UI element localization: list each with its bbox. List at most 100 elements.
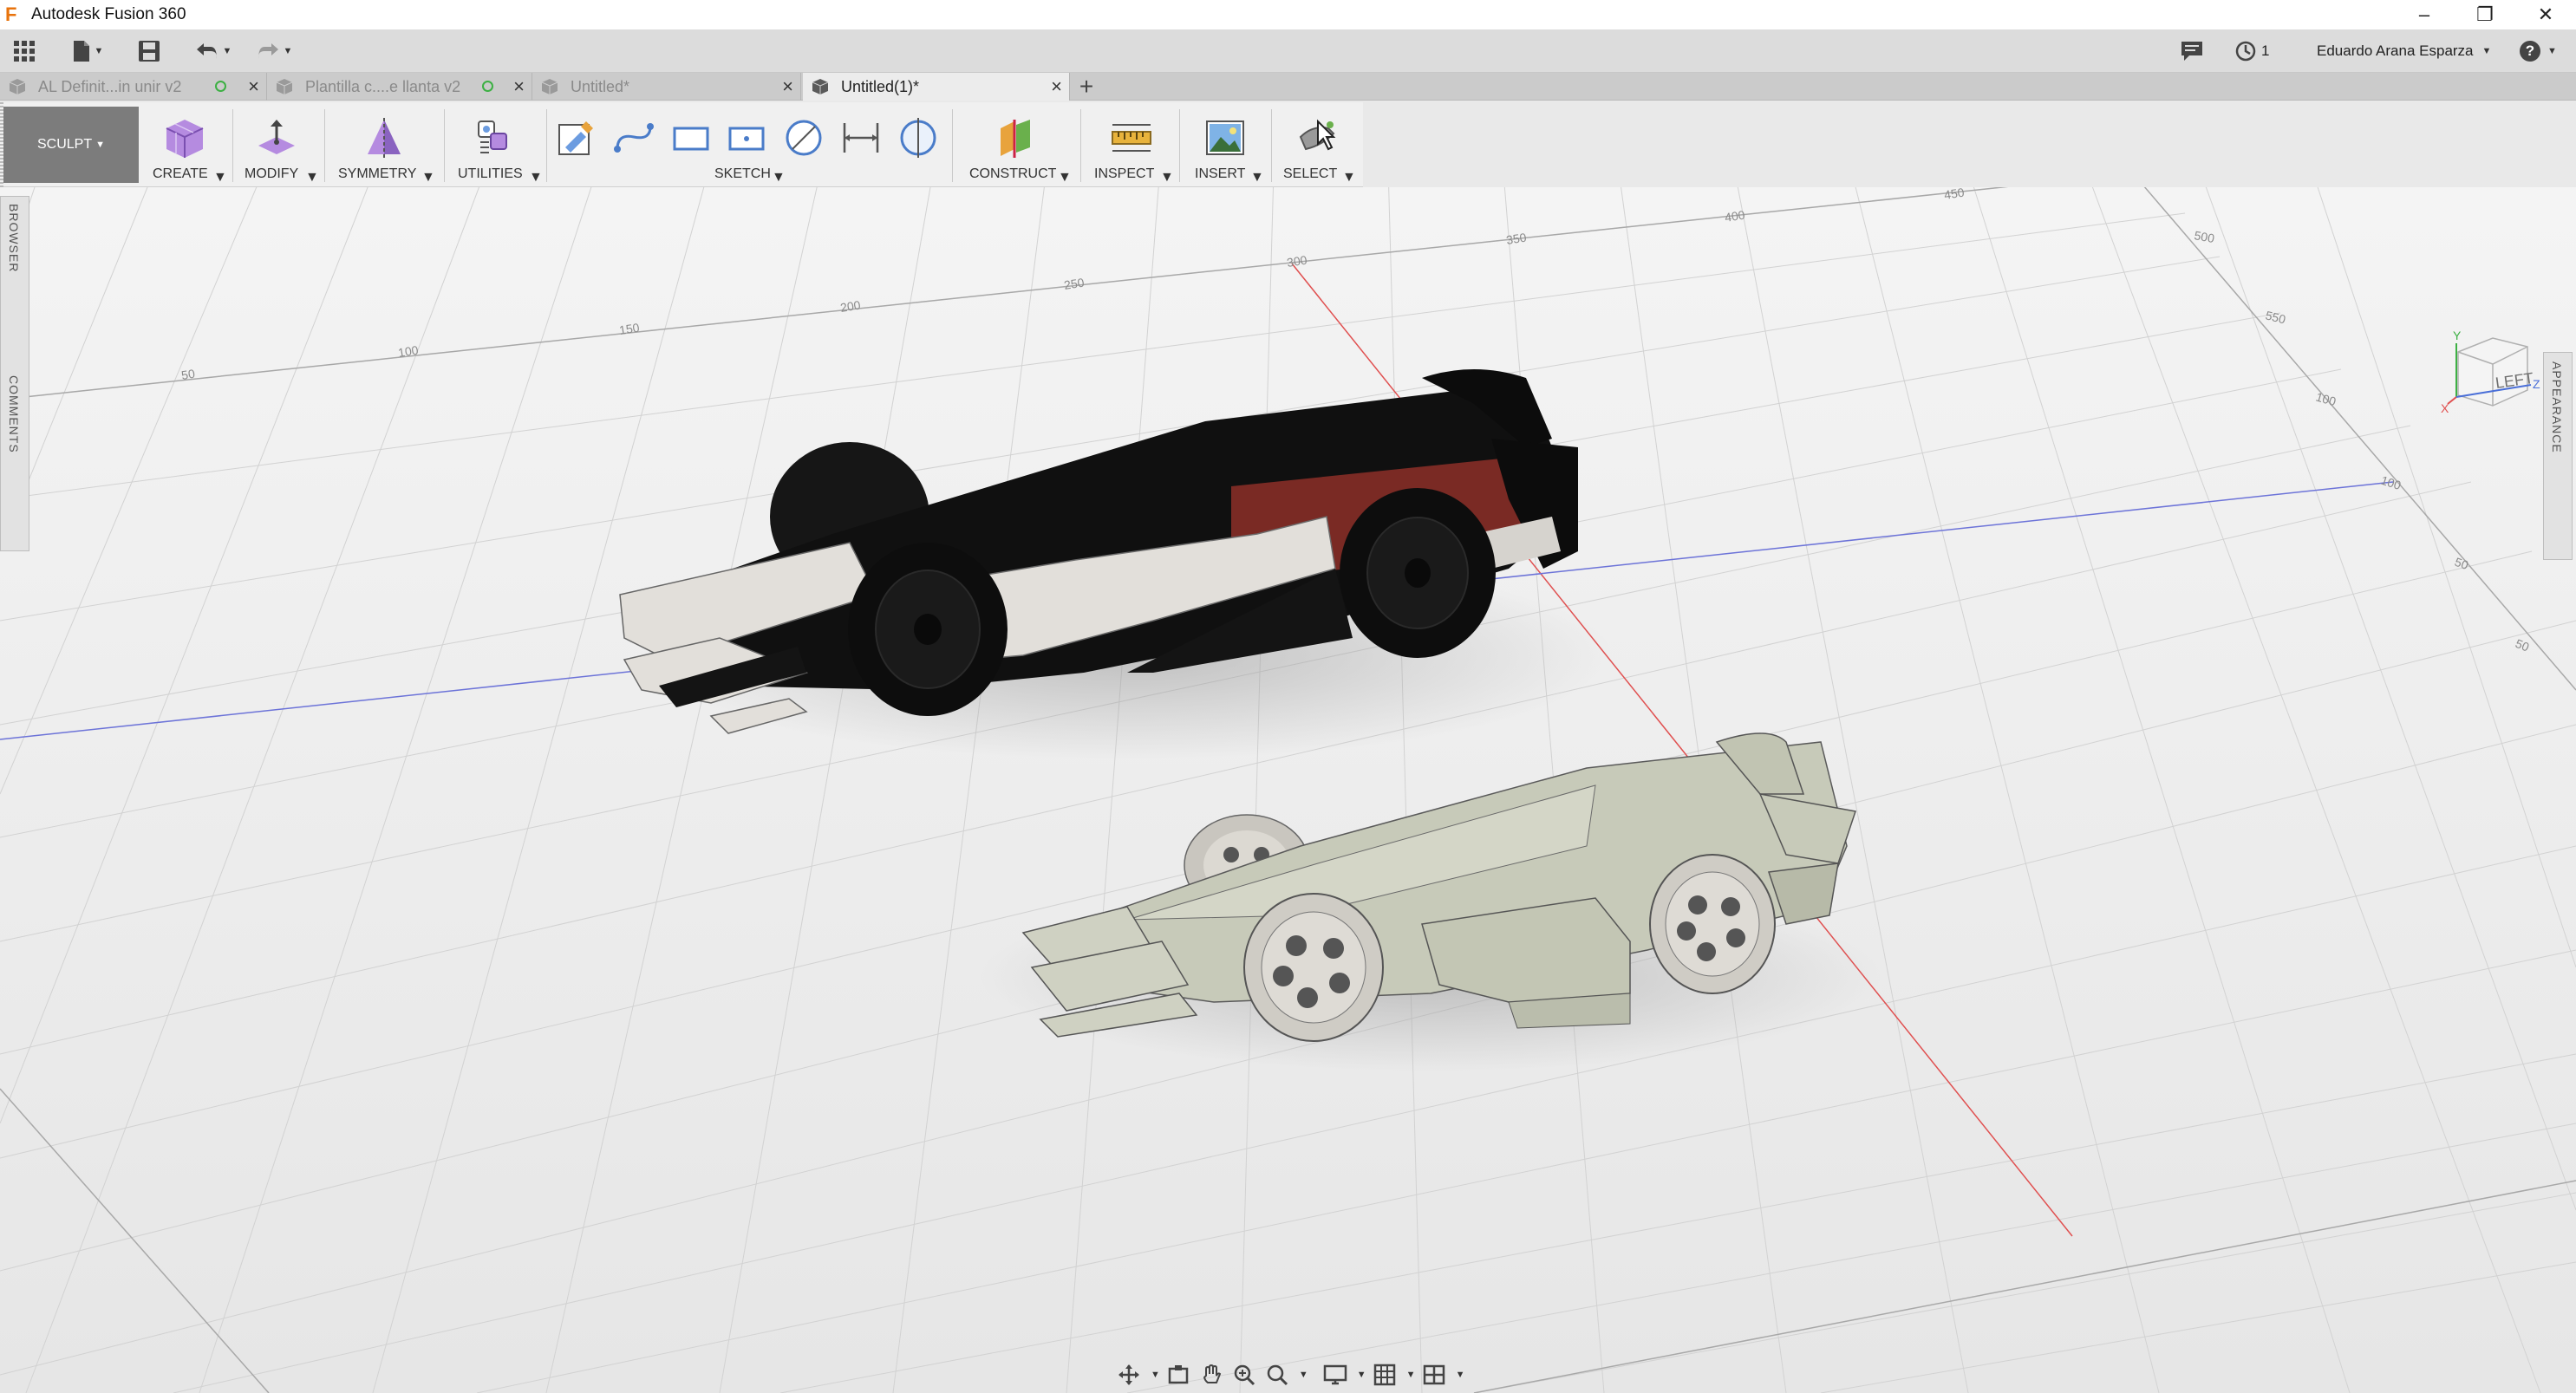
sage-car-model[interactable] <box>980 732 1881 1071</box>
symmetry-icon <box>361 114 408 161</box>
tab-document-1[interactable]: AL Definit...in unir v2 × <box>0 73 267 101</box>
select-menu[interactable]: SELECT ▼ <box>1275 102 1361 187</box>
chevron-down-icon[interactable]: ▼ <box>1299 1370 1308 1380</box>
toolbar-divider <box>1080 109 1081 182</box>
appearance-tab[interactable]: APPEARANCE <box>2550 361 2564 453</box>
utilities-menu[interactable]: UTILITIES ▼ <box>447 102 545 187</box>
minimize-button[interactable]: – <box>2394 0 2455 29</box>
redo-icon <box>258 43 278 59</box>
notifications-button[interactable] <box>2181 36 2203 66</box>
chevron-down-icon: ▼ <box>2547 46 2557 56</box>
design-cube-icon <box>9 79 26 94</box>
pan-icon <box>1203 1364 1222 1383</box>
utilities-icon <box>470 114 517 161</box>
grid-border-front <box>0 1088 270 1393</box>
tab-label: Plantilla c....e llanta v2 <box>305 77 461 95</box>
center-rectangle-icon[interactable] <box>723 114 770 161</box>
redo-button[interactable]: ▼ <box>250 36 298 66</box>
close-icon[interactable]: × <box>782 75 793 98</box>
grid-label: 50 <box>180 367 196 382</box>
comment-icon <box>2181 42 2202 61</box>
3d-viewport-canvas[interactable]: 50 100 150 200 250 300 350 400 450 500 5… <box>0 187 2576 1393</box>
tab-label: Untitled* <box>571 77 630 95</box>
tab-document-2[interactable]: Plantilla c....e llanta v2 × <box>267 73 532 101</box>
sketch-dimension-icon[interactable] <box>838 114 884 161</box>
fit-zoom-button[interactable] <box>1262 1360 1292 1390</box>
save-button[interactable] <box>132 36 166 66</box>
viewcube[interactable]: LEFT Y X Z <box>2441 326 2545 430</box>
zoom-button[interactable] <box>1229 1360 1259 1390</box>
modify-menu[interactable]: MODIFY ▼ <box>236 102 323 187</box>
close-icon[interactable]: × <box>248 75 259 98</box>
close-icon[interactable]: × <box>513 75 525 98</box>
grid-border-back-right <box>1473 1180 2576 1393</box>
close-icon[interactable]: × <box>1051 75 1062 98</box>
new-tab-button[interactable]: + <box>1073 73 1099 101</box>
symmetry-menu[interactable]: SYMMETRY ▼ <box>328 102 440 187</box>
grid-label: 550 <box>2264 308 2287 326</box>
chevron-down-icon: ▼ <box>1058 170 1072 185</box>
insert-menu[interactable]: INSERT ▼ <box>1183 102 1269 187</box>
create-menu[interactable]: CREATE ▼ <box>144 102 231 187</box>
restore-button[interactable]: ❐ <box>2455 0 2515 29</box>
chevron-down-icon: ▼ <box>94 46 104 56</box>
spline-icon[interactable] <box>610 114 657 161</box>
look-at-button[interactable] <box>1164 1360 1193 1390</box>
browser-comments-sidebar[interactable]: BROWSER COMMENTS <box>0 196 29 551</box>
rectangle-icon[interactable] <box>668 114 714 161</box>
chevron-down-icon: ▼ <box>95 140 105 150</box>
grid-icon <box>1373 1364 1395 1386</box>
orbit-button[interactable] <box>1114 1360 1144 1390</box>
help-icon: ? <box>2520 41 2540 62</box>
zoom-icon <box>1234 1364 1255 1386</box>
chevron-down-icon[interactable]: ▼ <box>1456 1370 1465 1380</box>
utilities-label: UTILITIES <box>458 166 523 181</box>
viewports-button[interactable] <box>1419 1360 1449 1390</box>
chevron-down-icon[interactable]: ▼ <box>1357 1370 1366 1380</box>
rendered-black-car-model[interactable] <box>619 369 1613 759</box>
help-menu-button[interactable]: ? ▼ <box>2520 36 2557 66</box>
data-panel-button[interactable] <box>9 36 40 66</box>
user-account-menu[interactable]: Eduardo Arana Esparza ▼ <box>2317 36 2491 66</box>
grid-label: 400 <box>1724 207 1746 224</box>
chevron-down-icon[interactable]: ▼ <box>1151 1370 1160 1380</box>
symmetry-label: SYMMETRY <box>338 166 417 181</box>
grid-label: 100 <box>2379 473 2403 493</box>
pan-button[interactable] <box>1197 1360 1226 1390</box>
grid-settings-button[interactable] <box>1370 1360 1399 1390</box>
appearance-sidebar[interactable]: APPEARANCE <box>2543 352 2573 560</box>
grid-label: 350 <box>1505 230 1528 246</box>
close-window-button[interactable]: ✕ <box>2515 0 2576 29</box>
sketch-menu[interactable]: SKETCH ▼ <box>550 102 949 187</box>
grid-label: 100 <box>2314 390 2338 409</box>
job-status-button[interactable]: 1 <box>2235 36 2269 66</box>
saved-status-icon <box>482 81 493 92</box>
chevron-down-icon: ▼ <box>283 46 293 56</box>
tab-label: AL Definit...in unir v2 <box>38 77 182 95</box>
toolbar-divider <box>1271 109 1272 182</box>
toolbar-divider <box>546 109 547 182</box>
comments-tab[interactable]: COMMENTS <box>7 375 21 453</box>
display-settings-button[interactable] <box>1321 1360 1350 1390</box>
look-at-icon <box>1168 1365 1189 1384</box>
workspace-switcher[interactable]: SCULPT ▼ <box>3 107 139 183</box>
inspect-menu[interactable]: INSPECT ▼ <box>1084 102 1177 187</box>
tab-document-4-active[interactable]: Untitled(1)* × <box>803 73 1070 101</box>
main-toolbar: SCULPT ▼ CREATE ▼ MODIFY ▼ SYMMETRY ▼ UT… <box>0 102 1363 187</box>
modify-label: MODIFY <box>245 166 299 181</box>
tab-document-3[interactable]: Untitled* × <box>532 73 801 101</box>
circle-icon[interactable] <box>780 114 827 161</box>
chevron-down-icon[interactable]: ▼ <box>1406 1370 1416 1380</box>
create-sketch-icon[interactable] <box>553 114 600 161</box>
chevron-down-icon: ▼ <box>222 46 232 56</box>
fusion-app-window: F Autodesk Fusion 360 – ❐ ✕ ▼ ▼ ▼ 1 Edua… <box>0 0 2576 1393</box>
document-tab-bar: AL Definit...in unir v2 × Plantilla c...… <box>0 73 2576 101</box>
file-menu-button[interactable]: ▼ <box>66 36 109 66</box>
undo-button[interactable]: ▼ <box>189 36 238 66</box>
grid-label: 100 <box>397 342 420 359</box>
design-cube-icon <box>276 79 293 94</box>
measure-icon <box>1108 114 1155 161</box>
project-icon[interactable] <box>895 114 942 161</box>
browser-tab[interactable]: BROWSER <box>7 204 21 272</box>
construct-menu[interactable]: CONSTRUCT ▼ <box>955 102 1077 187</box>
